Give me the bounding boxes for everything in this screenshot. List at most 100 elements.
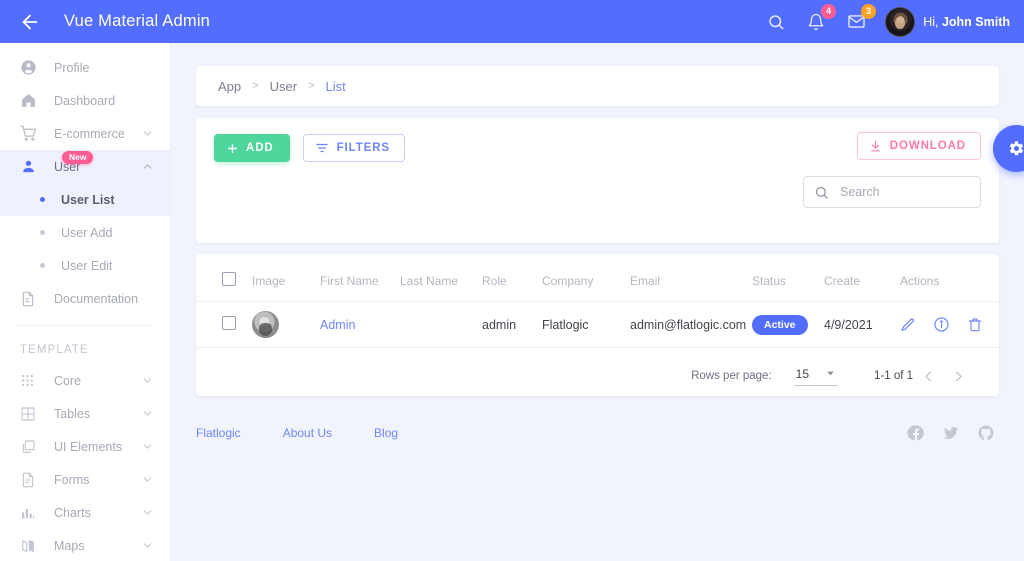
row-select-cell — [196, 301, 252, 348]
sidebar-item-documentation[interactable]: Documentation — [0, 282, 170, 315]
column-header-status[interactable]: Status — [752, 254, 824, 302]
breadcrumb-separator: > — [308, 80, 315, 92]
greeting-prefix: Hi, — [923, 14, 942, 29]
select-all-header — [196, 254, 252, 302]
github-icon[interactable] — [977, 424, 995, 442]
chevron-down-icon — [825, 368, 836, 379]
column-header-create[interactable]: Create — [824, 254, 900, 302]
sidebar-item-maps[interactable]: Maps — [0, 529, 170, 561]
edit-icon[interactable] — [900, 317, 916, 333]
bullet-icon — [40, 230, 45, 235]
add-button-label: ADD — [246, 142, 274, 154]
row-checkbox[interactable] — [222, 316, 236, 330]
toolbar-card: ADD FILTERS DOWNLOAD — [196, 118, 999, 243]
download-button-label: DOWNLOAD — [889, 140, 966, 152]
footer-link-flatlogic[interactable]: Flatlogic — [196, 426, 241, 440]
breadcrumb-item-user[interactable]: User — [270, 79, 297, 94]
user-menu[interactable]: Hi, John Smith — [885, 6, 1010, 37]
sidebar-subitem-label: User Edit — [61, 258, 113, 273]
cart-icon — [20, 125, 42, 142]
breadcrumb: App > User > List — [196, 66, 999, 106]
footer-link-about-us[interactable]: About Us — [283, 426, 332, 440]
chevron-down-icon — [141, 506, 154, 519]
column-header-company[interactable]: Company — [542, 254, 630, 302]
sidebar: Profile Dashboard E-commerce New User Us… — [0, 43, 171, 561]
filters-button[interactable]: FILTERS — [302, 134, 405, 162]
rows-per-page-label: Rows per page: — [691, 370, 772, 382]
column-header-first-name[interactable]: First Name — [320, 254, 400, 302]
download-button[interactable]: DOWNLOAD — [856, 132, 981, 160]
sidebar-item-user-list[interactable]: User List — [0, 183, 170, 216]
chevron-down-icon — [141, 539, 154, 552]
avatar — [885, 6, 916, 37]
column-header-image[interactable]: Image — [252, 254, 320, 302]
search-box[interactable] — [803, 176, 981, 208]
app-root: Vue Material Admin 4 3 Hi, John Smith Pr… — [0, 0, 1024, 561]
twitter-icon[interactable] — [942, 424, 960, 442]
messages-button[interactable]: 3 — [845, 3, 877, 33]
info-icon[interactable] — [933, 316, 950, 333]
sidebar-item-profile[interactable]: Profile — [0, 51, 170, 84]
rows-per-page-value: 15 — [795, 366, 809, 381]
sidebar-item-label: Maps — [54, 538, 85, 553]
sidebar-section-title: TEMPLATE — [20, 344, 89, 356]
sidebar-subitem-label: User List — [61, 192, 115, 207]
sidebar-item-label: E-commerce — [54, 126, 125, 141]
bullet-icon — [40, 197, 45, 202]
back-button[interactable] — [8, 0, 52, 43]
notifications-button[interactable]: 4 — [805, 3, 837, 33]
sidebar-item-user-add[interactable]: User Add — [0, 216, 170, 249]
chevron-left-icon — [921, 369, 936, 384]
arrow-left-icon — [19, 11, 41, 33]
rows-per-page-select[interactable]: 15 — [793, 366, 838, 386]
row-role-cell: admin — [482, 301, 542, 348]
pagination-prev-button[interactable] — [913, 361, 943, 391]
footer-link-blog[interactable]: Blog — [374, 426, 398, 440]
column-header-role[interactable]: Role — [482, 254, 542, 302]
table-header: Image First Name Last Name Role Company … — [196, 254, 999, 302]
sidebar-item-dashboard[interactable]: Dashboard — [0, 84, 170, 117]
row-create-cell: 4/9/2021 — [824, 301, 900, 348]
delete-icon[interactable] — [967, 317, 983, 333]
sidebar-item-ecommerce[interactable]: E-commerce — [0, 117, 170, 150]
column-header-email[interactable]: Email — [630, 254, 752, 302]
sidebar-item-label: Profile — [54, 60, 90, 75]
add-button[interactable]: ADD — [214, 134, 290, 162]
row-first-name-link[interactable]: Admin — [320, 318, 355, 332]
sidebar-item-label: Forms — [54, 472, 90, 487]
sidebar-item-ui-elements[interactable]: UI Elements — [0, 430, 170, 463]
top-header: Vue Material Admin 4 3 Hi, John Smith — [0, 0, 1024, 43]
plus-icon — [226, 142, 239, 155]
filters-button-label: FILTERS — [336, 142, 390, 154]
search-icon — [767, 13, 785, 31]
breadcrumb-item-app[interactable]: App — [218, 79, 241, 94]
sidebar-item-forms[interactable]: Forms — [0, 463, 170, 496]
breadcrumb-item-list[interactable]: List — [325, 79, 345, 94]
sidebar-item-core[interactable]: Core — [0, 364, 170, 397]
users-table-card: Image First Name Last Name Role Company … — [196, 254, 999, 396]
table-row[interactable]: Admin admin Flatlogic admin@flatlogic.co… — [196, 301, 999, 348]
header-search-button[interactable] — [765, 11, 787, 33]
layers-icon — [20, 439, 42, 455]
main-content: App > User > List ADD FILTERS DOWNLOAD S… — [171, 43, 1024, 561]
column-header-last-name[interactable]: Last Name — [400, 254, 482, 302]
chevron-right-icon — [951, 369, 966, 384]
facebook-icon[interactable] — [907, 424, 925, 442]
pagination-range: 1-1 of 1 — [874, 370, 913, 382]
search-input[interactable] — [838, 184, 970, 200]
sidebar-item-charts[interactable]: Charts — [0, 496, 170, 529]
select-all-checkbox[interactable] — [222, 272, 236, 286]
row-email-cell: admin@flatlogic.com — [630, 301, 752, 348]
sidebar-subitem-label: User Add — [61, 225, 113, 240]
row-first-name-cell: Admin — [320, 301, 400, 348]
pagination-next-button[interactable] — [943, 361, 973, 391]
bullet-icon — [40, 263, 45, 268]
messages-badge: 3 — [861, 3, 877, 19]
map-icon — [20, 538, 42, 554]
document-icon — [20, 291, 42, 307]
column-header-actions[interactable]: Actions — [900, 254, 999, 302]
sidebar-item-user[interactable]: New User — [0, 150, 170, 183]
app-title: Vue Material Admin — [64, 12, 211, 30]
sidebar-item-user-edit[interactable]: User Edit — [0, 249, 170, 282]
sidebar-item-tables[interactable]: Tables — [0, 397, 170, 430]
